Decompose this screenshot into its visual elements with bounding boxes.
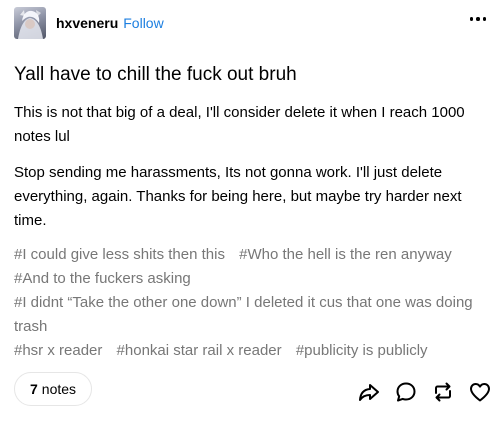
post-header: hxveneru Follow (14, 7, 486, 39)
avatar[interactable] (14, 7, 46, 39)
post-card: hxveneru Follow Yall have to chill the f… (0, 0, 500, 422)
tag-link[interactable]: #Who the hell is the ren anyway (239, 246, 452, 263)
heart-icon[interactable] (468, 380, 492, 404)
tag-link[interactable]: #honkai star rail x reader (117, 342, 282, 359)
post-actions (357, 380, 492, 404)
more-dot (476, 17, 480, 21)
notes-button[interactable]: 7 notes (14, 372, 93, 406)
avatar-image (18, 10, 43, 39)
notes-count: 7 (30, 381, 38, 397)
more-dot (482, 17, 486, 21)
more-options-icon[interactable] (469, 15, 486, 23)
post-tags: #I could give less shits then this #Who … (14, 243, 490, 363)
share-icon[interactable] (357, 380, 381, 404)
notes-label: notes (41, 381, 77, 397)
blog-name[interactable]: hxveneru (56, 15, 118, 31)
reblog-icon[interactable] (431, 380, 455, 404)
tag-link[interactable]: #hsr x reader (14, 342, 102, 359)
post-paragraph: This is not that big of a deal, I'll con… (14, 104, 465, 145)
tag-link[interactable]: #I could give less shits then this (14, 246, 225, 263)
follow-button[interactable]: Follow (123, 15, 163, 31)
reply-icon[interactable] (394, 380, 418, 404)
tag-link[interactable]: #I didnt “Take the other one down” I del… (14, 294, 473, 335)
tag-link[interactable]: #publicity is publicly (296, 342, 428, 359)
post-title: Yall have to chill the fuck out bruh (14, 64, 297, 85)
more-dot (469, 17, 473, 21)
post-paragraph: Stop sending me harassments, Its not gon… (14, 164, 462, 229)
tag-link[interactable]: #And to the fuckers asking (14, 270, 191, 287)
